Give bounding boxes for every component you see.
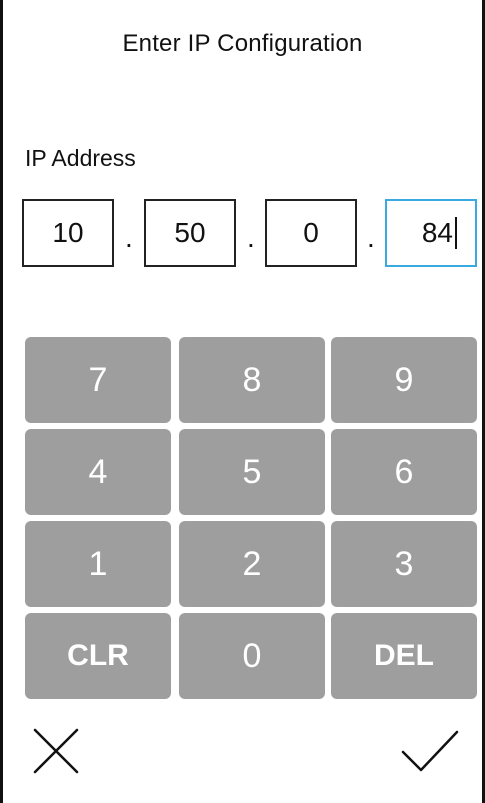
octet-separator: .: [367, 222, 375, 253]
dialog-title: Enter IP Configuration: [122, 30, 363, 57]
clear-key[interactable]: CLR: [25, 613, 171, 699]
ip-octet-3-field[interactable]: 0: [265, 199, 357, 267]
ip-octet-1-value: 10: [52, 217, 84, 248]
cancel-button[interactable]: [25, 720, 85, 780]
key-8[interactable]: 8: [179, 337, 325, 423]
key-6[interactable]: 6: [331, 429, 477, 515]
key-9[interactable]: 9: [331, 337, 477, 423]
key-0[interactable]: 0: [179, 613, 325, 699]
ip-octet-2-value: 50: [174, 217, 206, 248]
key-2[interactable]: 2: [179, 521, 325, 607]
octet-separator: .: [125, 222, 133, 253]
key-3[interactable]: 3: [331, 521, 477, 607]
key-5[interactable]: 5: [179, 429, 325, 515]
close-icon: [33, 728, 79, 774]
delete-key[interactable]: DEL: [331, 613, 477, 699]
ip-address-label: IP Address: [25, 145, 136, 171]
key-4[interactable]: 4: [25, 429, 171, 515]
ip-octet-3-value: 0: [303, 217, 319, 248]
text-caret: [455, 217, 457, 249]
key-1[interactable]: 1: [25, 521, 171, 607]
checkmark-icon: [401, 730, 459, 772]
ip-config-screen: Enter IP Configuration IP Address 10 . 5…: [0, 0, 485, 803]
ip-octet-1-field[interactable]: 10: [22, 199, 114, 267]
octet-separator: .: [247, 222, 255, 253]
ip-octet-4-value: 84: [421, 217, 453, 248]
confirm-button[interactable]: [399, 720, 459, 780]
key-7[interactable]: 7: [25, 337, 171, 423]
ip-octet-2-field[interactable]: 50: [144, 199, 236, 267]
ip-octet-4-field[interactable]: 84: [385, 199, 477, 267]
